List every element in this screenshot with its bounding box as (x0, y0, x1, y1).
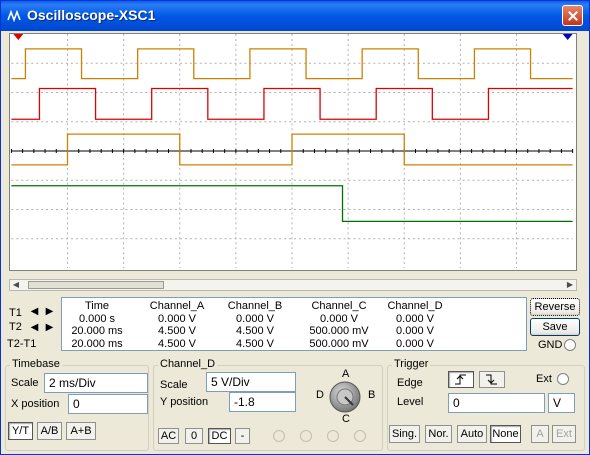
trigger-source-a-button: A (531, 425, 549, 443)
y-position-label: Y position (160, 396, 209, 408)
t2-left-arrow-icon[interactable]: ◀ (28, 321, 41, 334)
coupling-zero-button[interactable]: 0 (185, 428, 203, 444)
timebase-scale-label: Scale (11, 377, 39, 389)
falling-edge-button[interactable] (479, 371, 505, 388)
channel-radio-3 (327, 430, 339, 442)
channel-radio-2 (300, 430, 312, 442)
table-cell: 0.000 s (78, 313, 116, 325)
scope-display (9, 33, 577, 271)
t1-label: T1 (9, 307, 22, 319)
table-cell: 4.500 V (158, 325, 196, 337)
level-field[interactable]: 0 (448, 393, 545, 413)
mode-ab-button[interactable]: A/B (37, 422, 62, 440)
rising-edge-icon (455, 374, 466, 385)
cursor-t1-marker[interactable] (13, 34, 24, 40)
table-cell: 500.000 mV (309, 338, 369, 350)
selector-b-label: B (368, 389, 376, 401)
scroll-right-icon[interactable]: ▶ (564, 280, 576, 290)
t1-right-arrow-icon[interactable]: ▶ (43, 305, 56, 318)
t2-label: T2 (9, 321, 22, 333)
horizontal-scrollbar[interactable]: ◀ ▶ (9, 279, 577, 291)
table-cell: 0.000 V (396, 313, 434, 325)
close-button[interactable] (562, 5, 583, 26)
gnd-label: GND (538, 339, 563, 351)
edge-label: Edge (397, 377, 423, 389)
col-header-channel-b: Channel_B (227, 300, 283, 312)
col-header-channel-c: Channel_C (311, 300, 367, 312)
t2-t1-label: T2-T1 (7, 338, 37, 350)
table-cell: 20.000 ms (71, 338, 123, 350)
table-cell: 0.000 V (396, 325, 434, 337)
level-unit-field[interactable]: V (548, 393, 575, 413)
window-title: Oscilloscope-XSC1 (27, 7, 156, 23)
mode-yt-button[interactable]: Y/T (8, 422, 33, 440)
timebase-scale-field[interactable]: 2 ms/Div (44, 373, 148, 393)
channel-scale-field[interactable]: 5 V/Div (206, 372, 296, 392)
y-position-field[interactable]: -1.8 (229, 392, 296, 412)
x-position-label: X position (11, 398, 60, 410)
table-cell: 4.500 V (158, 338, 196, 350)
table-cell: 0.000 V (236, 313, 274, 325)
reverse-button[interactable]: Reverse (530, 298, 580, 316)
channel-radio-1 (273, 430, 285, 442)
title-bar[interactable]: Oscilloscope-XSC1 (1, 1, 589, 31)
timebase-title: Timebase (10, 358, 62, 370)
trigger-none-button[interactable]: None (490, 425, 521, 443)
channel-title: Channel_D (158, 358, 218, 370)
t2-right-arrow-icon[interactable]: ▶ (43, 321, 56, 334)
col-header-time: Time (84, 300, 110, 312)
col-header-channel-d: Channel_D (387, 300, 443, 312)
table-cell: 500.000 mV (309, 325, 369, 337)
trigger-auto-button[interactable]: Auto (457, 425, 487, 443)
table-cell: 4.500 V (236, 338, 274, 350)
level-label: Level (397, 396, 424, 408)
table-cell: 0.000 V (320, 313, 358, 325)
mode-a-plus-b-button[interactable]: A+B (66, 422, 96, 440)
table-cell: 0.000 V (396, 338, 434, 350)
table-cell: 20.000 ms (71, 325, 123, 337)
col-header-channel-a: Channel_A (149, 300, 205, 312)
channel-radio-4 (354, 430, 366, 442)
t1-left-arrow-icon[interactable]: ◀ (28, 305, 41, 318)
scroll-left-icon[interactable]: ◀ (10, 280, 22, 290)
cursor-t2-marker[interactable] (562, 34, 573, 40)
cursor-readout-table: Time Channel_A Channel_B Channel_C Chann… (61, 297, 527, 351)
gnd-radio[interactable] (564, 339, 576, 351)
falling-edge-icon (486, 374, 497, 385)
save-button[interactable]: Save (530, 318, 580, 336)
scrollbar-thumb[interactable] (28, 281, 164, 289)
table-cell: 0.000 V (158, 313, 196, 325)
ext-radio[interactable] (557, 373, 569, 385)
channel-selector-knob-icon[interactable] (327, 379, 363, 415)
oscilloscope-window: Oscilloscope-XSC1 ◀ ▶ T1 ◀ ▶ T2 ◀ ▶ T2-T… (0, 0, 590, 455)
trigger-title: Trigger (392, 358, 431, 370)
coupling-dc-button[interactable]: DC (208, 428, 231, 444)
trigger-normal-button[interactable]: Nor. (425, 425, 452, 443)
trigger-source-ext-button: Ext (552, 425, 576, 443)
oscilloscope-app-icon (7, 9, 21, 23)
coupling-ac-button[interactable]: AC (158, 428, 179, 444)
rising-edge-button[interactable] (448, 371, 474, 388)
table-cell: 4.500 V (236, 325, 274, 337)
coupling-minus-button[interactable]: - (235, 428, 250, 444)
ext-label: Ext (536, 373, 552, 385)
trigger-single-button[interactable]: Sing. (389, 425, 420, 443)
channel-scale-label: Scale (160, 379, 188, 391)
selector-d-label: D (316, 389, 324, 401)
x-position-field[interactable]: 0 (68, 394, 148, 414)
channel-c-trace (11, 133, 573, 166)
